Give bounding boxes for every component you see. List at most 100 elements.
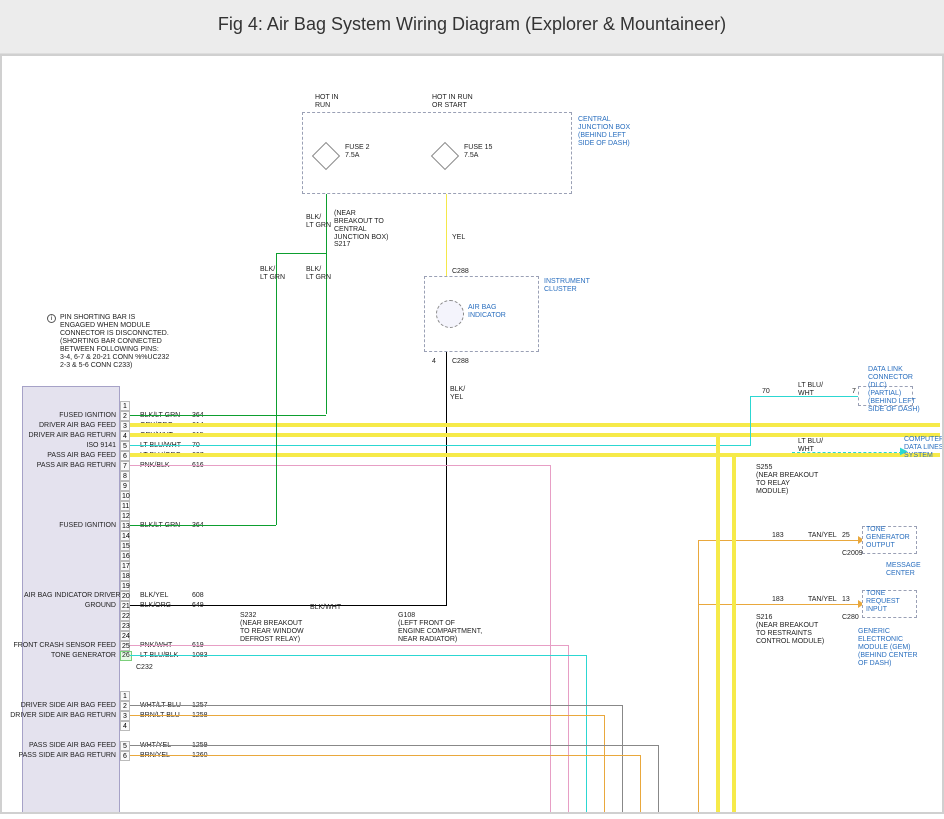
- pin-a12: 12: [120, 511, 130, 521]
- pin-a21: 21: [120, 601, 130, 611]
- row25-wire-v: [568, 645, 569, 814]
- row7-wire-h: [130, 465, 550, 466]
- dlc-wire-v: [750, 396, 751, 446]
- row20-wire: BLK/YEL: [140, 592, 168, 600]
- s255-note: (NEAR BREAKOUT TO RELAY MODULE): [756, 472, 818, 496]
- row3-label: DRIVER AIR BAG FEED: [24, 422, 116, 430]
- blk-yel-label: BLK/ YEL: [450, 386, 465, 402]
- airbag-indicator-label: AIR BAG INDICATOR: [468, 304, 506, 320]
- pin-a22: 22: [120, 611, 130, 621]
- wire-blk-ltgrn-top: BLK/ LT GRN: [306, 214, 331, 230]
- green-join: [276, 253, 327, 254]
- s232: S232: [240, 612, 256, 620]
- row26-wire-v: [586, 655, 587, 814]
- tanyel-num1: 183: [772, 532, 784, 540]
- pin-a17: 17: [120, 561, 130, 571]
- label-hot-in-run: HOT IN RUN: [315, 94, 339, 110]
- pin-b5: 5: [120, 741, 130, 751]
- airbag-indicator-icon: [436, 300, 464, 328]
- row2-label: FUSED IGNITION: [24, 412, 116, 420]
- row4-label: DRIVER AIR BAG RETURN: [24, 432, 116, 440]
- c288-bot: C288: [452, 358, 469, 366]
- cyan-join: [750, 444, 751, 446]
- g108: G108: [398, 612, 415, 620]
- row2-wire: BLK/LT GRN: [140, 412, 180, 420]
- msg-center-label: MESSAGE CENTER: [886, 562, 921, 578]
- pin-a15: 15: [120, 541, 130, 551]
- pin-b6: 6: [120, 751, 130, 761]
- row7-wire: PNK/BLK: [140, 462, 170, 470]
- pin-a16: 16: [120, 551, 130, 561]
- rowB3-wire-h: [130, 715, 604, 716]
- shorting-bar-note: PIN SHORTING BAR IS ENGAGED WHEN MODULE …: [60, 314, 169, 370]
- row6-label: PASS AIR BAG FEED: [24, 452, 116, 460]
- row5-num: 70: [192, 442, 200, 450]
- row2-num: 364: [192, 412, 204, 420]
- s216-note: (NEAR BREAKOUT TO RESTRAINTS CONTROL MOD…: [756, 622, 824, 646]
- rowB2-wire-v: [622, 705, 623, 814]
- info-icon: i: [47, 314, 56, 323]
- pin-a7: 7: [120, 461, 130, 471]
- blk-ltgrn-v1: BLK/ LT GRN: [260, 266, 285, 282]
- pin-a5: 5: [120, 441, 130, 451]
- c288-top: C288: [452, 268, 469, 276]
- row26-wire: LT BLU/BLK: [140, 652, 178, 660]
- pin-b1: 1: [120, 691, 130, 701]
- row13-num: 364: [192, 522, 204, 530]
- pin-a4: 4: [120, 431, 130, 441]
- pin-a19: 19: [120, 581, 130, 591]
- tone-gen-label: TONE GENERATOR OUTPUT: [866, 526, 910, 550]
- yel-v2: [732, 453, 736, 814]
- rowB3-wire: BRN/LT BLU: [140, 712, 180, 720]
- row26-num: 1083: [192, 652, 208, 660]
- row26-label: TONE GENERATOR: [24, 652, 116, 660]
- pin-a1: 1: [120, 401, 130, 411]
- row13-wire-v: [276, 253, 277, 525]
- c288-pin4: 4: [432, 358, 436, 366]
- row25-label: FRONT CRASH SENSOR FEED: [4, 642, 116, 650]
- wire-yel-label: YEL: [452, 234, 465, 242]
- dlc-pin: 7: [852, 388, 856, 396]
- tg-pin: 25: [842, 532, 850, 540]
- row20-wire-h: [130, 605, 446, 606]
- rowB5-num: 1259: [192, 742, 208, 750]
- pin-a10: 10: [120, 491, 130, 501]
- pin-a3: 3: [120, 421, 130, 431]
- pin-b3: 3: [120, 711, 130, 721]
- pin-a18: 18: [120, 571, 130, 581]
- tone-gen-wire: [698, 540, 858, 541]
- rowB2-label: DRIVER SIDE AIR BAG FEED: [4, 702, 116, 710]
- tanyel2: TAN/YEL: [808, 596, 837, 604]
- row20-label: AIR BAG INDICATOR DRIVER: [24, 592, 116, 600]
- rowB6-num: 1260: [192, 752, 208, 760]
- pin-a8: 8: [120, 471, 130, 481]
- junction-box-label: CENTRAL JUNCTION BOX (BEHIND LEFT SIDE O…: [578, 116, 630, 148]
- row7-label: PASS AIR BAG RETURN: [24, 462, 116, 470]
- row5-wire-h: [130, 445, 750, 446]
- dlc-wire-num: 70: [762, 388, 770, 396]
- row26-wire-h: [130, 655, 586, 656]
- s216: S216: [756, 614, 772, 622]
- pin-a20: 20: [120, 591, 130, 601]
- tanyel-num2: 183: [772, 596, 784, 604]
- pin-a9: 9: [120, 481, 130, 491]
- row3-wire-h: [130, 423, 940, 427]
- row25-wire: PNK/WHT: [140, 642, 172, 650]
- row5-label: ISO 9141: [24, 442, 116, 450]
- row2-wire-h: [130, 415, 326, 416]
- rowB3-wire-v: [604, 715, 605, 814]
- tone-v: [698, 540, 699, 814]
- tanyel1: TAN/YEL: [808, 532, 837, 540]
- pin-a25: 25: [120, 641, 130, 651]
- pin-a14: 14: [120, 531, 130, 541]
- row21-num: 649: [192, 602, 204, 610]
- rowB3-label: DRIVER SIDE AIR BAG RETURN: [4, 712, 116, 720]
- tone-req-wire: [698, 604, 858, 605]
- row5-wire: LT BLU/WHT: [140, 442, 181, 450]
- row13-label: FUSED IGNITION: [24, 522, 116, 530]
- row4-wire-h: [130, 433, 940, 437]
- pin-a6: 6: [120, 451, 130, 461]
- label-hot-in-run-start: HOT IN RUN OR START: [432, 94, 473, 110]
- rowB5-wire-h: [130, 745, 658, 746]
- s217-note: (NEAR BREAKOUT TO CENTRAL JUNCTION BOX): [334, 210, 388, 242]
